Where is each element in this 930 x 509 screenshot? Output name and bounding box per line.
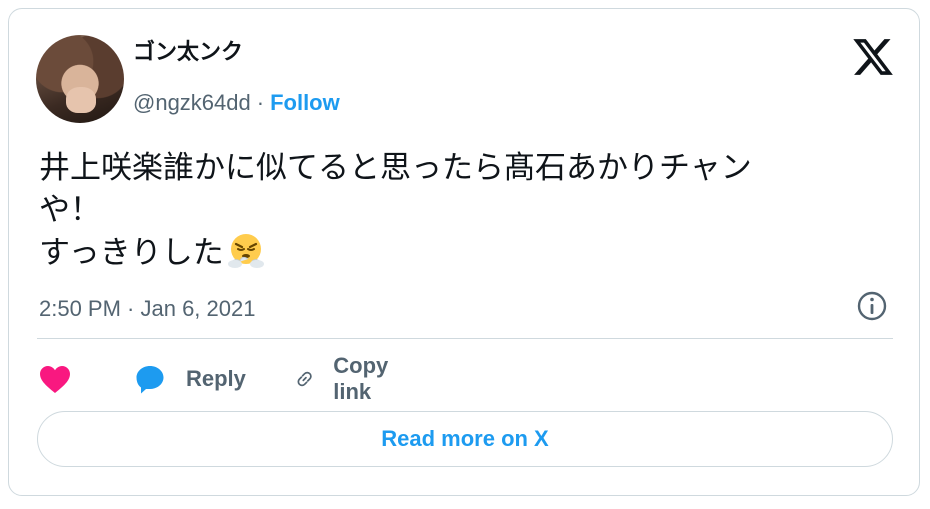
divider	[37, 338, 893, 339]
copy-link-button[interactable]: Copy link	[294, 353, 399, 404]
copy-link-label: Copy link	[333, 353, 389, 404]
tweet-timestamp[interactable]: 2:50 PM · Jan 6, 2021	[39, 294, 255, 324]
reply-button[interactable]: Reply	[134, 359, 246, 399]
tweet-text: 井上咲楽誰かに似てると思ったら髙石あかりチャン や！ すっきりした	[39, 147, 889, 274]
avatar-hand	[66, 87, 96, 113]
follow-button[interactable]: Follow	[270, 90, 340, 115]
face-with-steam-from-nose-icon	[227, 234, 264, 268]
author-handle-row: @ngzk64dd · Follow	[133, 89, 340, 117]
author-display-name[interactable]: ゴン太ンク	[133, 39, 243, 67]
tweet-line-2: や！	[39, 192, 101, 228]
tweet-card: ゴン太ンク @ngzk64dd · Follow 井上咲楽誰かに似てると思ったら髙石…	[8, 8, 920, 496]
tweet-line-3-text: すっきりした	[39, 235, 224, 271]
link-icon	[297, 371, 312, 387]
separator-dot: ·	[256, 90, 265, 115]
tweet-line-3: すっきりした	[39, 231, 889, 274]
avatar[interactable]	[36, 35, 124, 123]
x-logo-icon[interactable]	[851, 35, 895, 79]
author-handle[interactable]: @ngzk64dd	[133, 90, 251, 115]
heart-icon[interactable]	[39, 365, 71, 395]
speech-bubble-icon	[136, 366, 164, 394]
read-more-button[interactable]: Read more on X	[37, 411, 893, 467]
reply-label: Reply	[186, 366, 246, 391]
info-icon[interactable]	[855, 289, 889, 323]
tweet-line-1: 井上咲楽誰かに似てると思ったら髙石あかりチャン	[39, 150, 752, 186]
